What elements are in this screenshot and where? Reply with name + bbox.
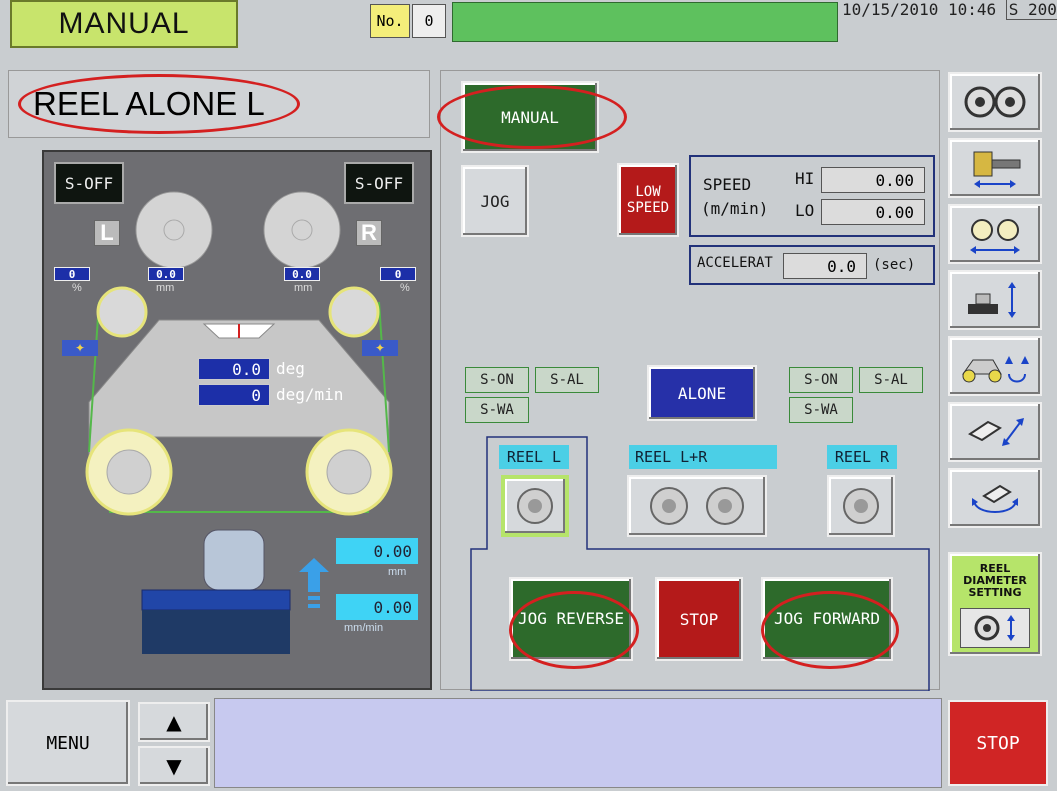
rotate-icon [972,484,1018,513]
servo-status-right: S-OFF [344,162,414,204]
reel-r-tab: REEL R [827,445,897,469]
carriage-icon [962,356,1029,383]
datetime-text: 10/15/2010 10:46 [842,0,997,19]
reel-diameter-label: REEL DIAMETER SETTING [963,562,1027,599]
reel-shift-button[interactable] [948,138,1042,198]
two-reels-button[interactable] [948,72,1042,132]
reel-l-select-button[interactable] [501,475,569,537]
brake-icon-left: ✦ [62,340,98,356]
velocity-unit: mm/min [344,622,384,634]
brake-icon-right: ✦ [362,340,398,356]
angle-unit: deg [276,359,305,378]
number-value: 0 [412,4,446,38]
side-label-left: L [94,220,120,246]
position-unit: mm [388,566,407,578]
datetime-display: 10/15/2010 10:46 S 200 [842,0,1057,22]
reel-r-select-button[interactable] [827,475,895,537]
reel-shift-icon [973,151,1021,188]
number-label: No. [370,4,410,38]
id-fragment: S 200 [1005,0,1057,20]
tension-percent-left: 0 [54,267,90,281]
reel-lr-select-button[interactable] [627,475,767,537]
reel-l-tab: REEL L [499,445,569,469]
emergency-stop-button[interactable]: STOP [948,700,1048,786]
stop-button[interactable]: STOP [655,577,743,661]
tension-percent-right: 0 [380,267,416,281]
reel-pair-move-icon [970,219,1020,254]
control-panel: MANUAL JOG LOW SPEED SPEED (m/min) HI 0.… [437,70,940,691]
reel-icon-l [517,488,553,524]
carriage-button[interactable] [948,336,1042,396]
diameter-left: 0.0 [148,267,184,281]
highlight-ring-jog-forward [761,591,899,669]
side-label-right: R [356,220,382,246]
diagonal-move-button[interactable] [948,402,1042,462]
reel-lr-tab: REEL L+R [629,445,777,469]
reel-diameter-setting-button[interactable]: REEL DIAMETER SETTING [948,552,1042,656]
reel-l-top [135,191,213,269]
reel-pair-move-button[interactable] [948,204,1042,264]
angle-value: 0.0 [198,358,270,380]
servo-status-left: S-OFF [54,162,124,204]
diagonal-move-icon [968,418,1024,446]
highlight-ring-jog-reverse [509,591,639,669]
scroll-down-button[interactable]: ▼ [138,746,210,786]
lift-button[interactable] [948,270,1042,330]
lift-icon [968,282,1016,318]
reel-schematic-panel: S-OFF S-OFF L R 0 % 0.0 mm 0.0 mm 0 % ✦ … [42,150,432,690]
menu-button[interactable]: MENU [6,700,130,786]
message-bar [214,698,942,788]
velocity-value: 0.00 [336,594,418,620]
mm-unit-right: mm [294,282,313,294]
diameter-right: 0.0 [284,267,320,281]
percent-unit-right: % [400,282,410,294]
screen-mode-title: MANUAL [10,0,238,48]
scroll-up-button[interactable]: ▲ [138,702,210,742]
position-value: 0.00 [336,538,418,564]
angle-speed-value: 0 [198,384,270,406]
reel-diameter-icon [960,608,1030,648]
status-indicator-bar [452,2,838,42]
percent-unit-left: % [72,282,82,294]
reel-icon-r [843,488,879,524]
reel-r-top [263,191,341,269]
two-reels-icon [964,86,1026,118]
reel-icon-lr [650,487,744,525]
angle-speed-unit: deg/min [276,385,344,404]
highlight-ring-mode [18,74,300,134]
rotate-button[interactable] [948,468,1042,528]
mm-unit-left: mm [156,282,175,294]
